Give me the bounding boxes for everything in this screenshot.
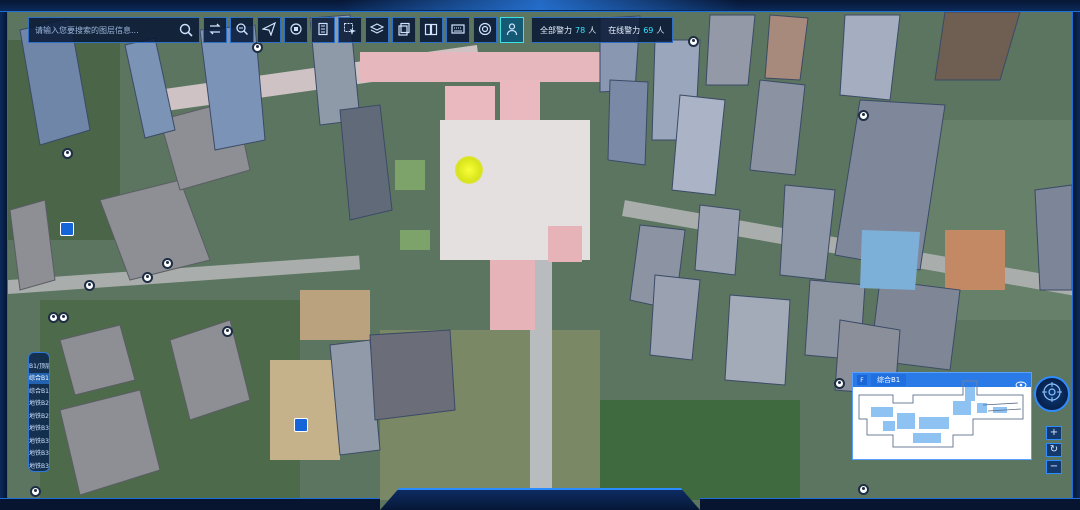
police-marker[interactable] [162,258,173,269]
floor-item[interactable]: 地铁B3 [29,461,49,471]
top-frame-glow [340,0,740,10]
zoom-in-button[interactable]: + [1046,426,1062,440]
person-button[interactable] [500,17,524,43]
online-police-label: 在线警力 [608,25,641,35]
total-police-unit: 人 [588,25,597,35]
police-marker[interactable] [858,484,869,495]
zoom-out-button[interactable]: − [1046,460,1062,474]
video-icon [289,21,303,40]
floor-item[interactable]: 地铁B3 [29,436,49,446]
floor-item[interactable]: 地铁B2 [29,398,49,408]
police-marker[interactable] [688,36,699,47]
police-marker[interactable] [30,486,41,497]
search-box [28,17,200,43]
floor-minimap[interactable]: F 综合B1 [852,372,1032,460]
target-icon [478,21,492,40]
floor-item[interactable]: 地铁B2 [29,411,49,421]
keyboard-icon [451,21,465,40]
select-icon [343,21,357,40]
minimap-title: 综合B1 [871,374,907,386]
police-marker[interactable] [834,378,845,389]
police-marker[interactable] [858,110,869,121]
police-force-status: 全部警力 78 人 在线警力 69 人 [531,17,674,43]
layers-icon [369,21,385,40]
eye-icon[interactable] [1015,375,1027,389]
zoom-search-icon [235,21,249,40]
video-button[interactable] [284,17,308,43]
police-marker[interactable] [222,326,233,337]
search-input[interactable] [35,25,177,35]
floor-item[interactable]: 综合B1 [29,373,49,384]
send-button[interactable] [257,17,281,43]
police-marker[interactable] [142,272,153,283]
building-icon [316,21,330,40]
police-marker[interactable] [62,148,73,159]
police-marker[interactable] [58,312,69,323]
police-badge-marker[interactable] [60,222,74,236]
keyboard-button[interactable] [446,17,470,43]
person-icon [505,21,519,40]
target-button[interactable] [473,17,497,43]
send-icon [261,21,277,40]
police-marker[interactable] [84,280,95,291]
swap-button[interactable] [203,17,227,43]
bottom-frame-center [380,488,700,510]
bottom-frame-left [0,498,380,510]
floor-item[interactable]: B1/顶层 [29,361,49,371]
floor-selector: B1/顶层综合B1 综合B1 地铁B2 地铁B2 地铁B3 地铁B3 地铁B3 地铁B3 [28,352,50,472]
zoom-search-button[interactable] [230,17,254,43]
reset-view-button[interactable]: ↻ [1046,443,1062,457]
book-button[interactable] [419,17,443,43]
zoom-controls: + ↻ − [1046,426,1062,474]
building-button[interactable] [311,17,335,43]
police-badge-marker[interactable] [294,418,308,432]
bottom-frame-right [700,498,1080,510]
copy-button[interactable] [392,17,416,43]
minimap-header: F 综合B1 [853,373,1031,387]
total-police-value: 78 [575,25,586,35]
floor-item[interactable]: 综合B1 [29,386,49,396]
minimap-floor-badge: F [857,375,867,385]
select-button[interactable] [338,17,362,43]
total-police-label: 全部警力 [540,25,572,35]
compass-control[interactable] [1034,376,1070,412]
search-icon[interactable] [177,21,195,39]
floor-item[interactable]: 地铁B3 [29,423,49,433]
online-police-value: 69 [643,25,654,35]
floor-item[interactable]: 地铁B3 [29,448,49,458]
book-icon [424,21,438,40]
top-toolbar: 全部警力 78 人 在线警力 69 人 [28,16,674,44]
selected-location-hotspot[interactable] [455,156,483,184]
right-frame [1072,12,1080,498]
layers-button[interactable] [365,17,389,43]
copy-icon [397,21,411,40]
left-frame [0,12,8,498]
swap-icon [208,21,222,40]
online-police-unit: 人 [656,25,665,35]
compass-icon [1041,381,1063,407]
